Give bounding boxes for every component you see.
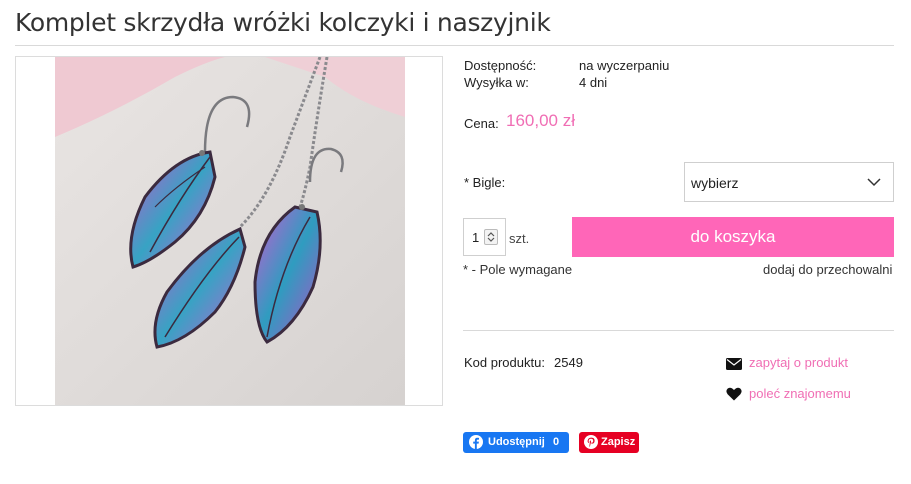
availability-label: Dostępność: [464,58,537,73]
product-code-label: Kod produktu: [464,355,545,370]
bigle-label: * Bigle: [464,175,506,190]
price-value: 160,00 zł [506,111,575,130]
bigle-select[interactable]: wybierz [684,162,894,202]
quantity-unit: szt. [509,231,530,246]
section-divider [463,330,894,331]
chevron-down-icon [865,173,883,194]
add-to-storage-link[interactable]: dodaj do przechowalni [763,262,892,277]
recommend-to-friend-link[interactable]: poleć znajomemu [749,386,851,401]
facebook-icon [469,435,483,452]
pinterest-save-label: Zapisz [601,436,636,448]
quantity-input[interactable]: 1 [463,218,506,256]
quantity-value: 1 [472,230,480,245]
facebook-share-button[interactable]: Udostępnij 0 [463,432,569,453]
pinterest-icon [584,435,598,452]
required-note: * - Pole wymagane [463,262,573,277]
shipping-label: Wysyłka w: [464,75,529,90]
add-to-cart-button[interactable]: do koszyka [572,217,894,257]
ask-about-product-link[interactable]: zapytaj o produkt [749,355,848,370]
page-title: Komplet skrzydła wróżki kolczyki i naszy… [15,8,551,37]
pinterest-save-button[interactable]: Zapisz [579,432,639,453]
facebook-share-count: 0 [553,436,560,448]
price-label: Cena: [464,116,499,131]
bigle-selected-value: wybierz [691,175,739,191]
product-code-value: 2549 [554,355,583,370]
shipping-value: 4 dni [579,75,608,90]
facebook-share-label: Udostępnij [488,436,545,448]
availability-value: na wyczerpaniu [579,58,670,73]
heart-icon [726,387,742,406]
product-image-frame[interactable] [15,56,443,406]
title-divider [15,45,894,46]
quantity-stepper[interactable] [484,229,498,245]
product-image[interactable] [55,57,405,405]
envelope-icon [726,357,742,375]
